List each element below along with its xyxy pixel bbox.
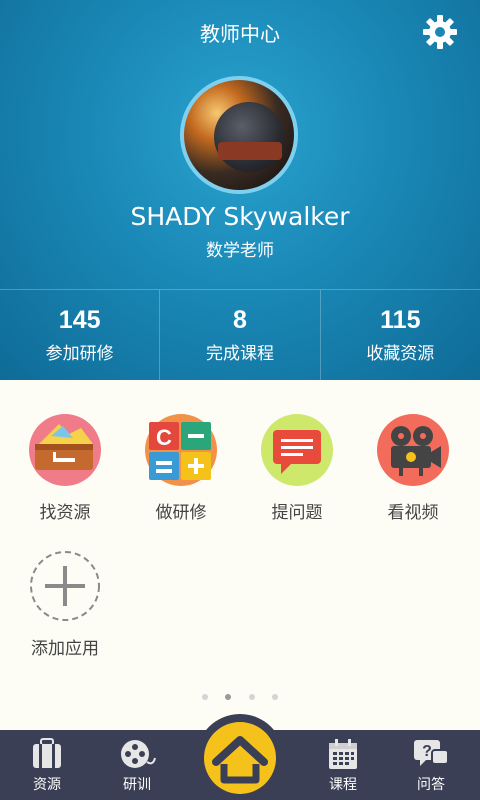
app-watch-video[interactable]: 看视频 <box>363 414 463 523</box>
home-icon <box>212 736 268 784</box>
page-dot[interactable] <box>271 694 278 700</box>
calculator-icon: C <box>145 414 217 486</box>
avatar[interactable] <box>180 76 298 194</box>
stat-label: 完成课程 <box>205 344 274 364</box>
stat-value: 115 <box>380 306 421 334</box>
app-do-training[interactable]: C 做研修 <box>131 414 231 523</box>
avatar-figure <box>214 102 284 172</box>
page-dot[interactable] <box>202 694 209 700</box>
nav-label: 研训 <box>123 777 151 793</box>
calendar-icon <box>329 739 357 769</box>
stat-label: 收藏资源 <box>366 344 435 364</box>
app-grid: 找资源 C 做研修 提问题 看视频 添加应用 <box>0 380 480 730</box>
app-label: 做研修 <box>155 503 207 523</box>
app-label: 看视频 <box>387 503 439 523</box>
stat-value: 8 <box>233 306 247 334</box>
user-name: SHADY Skywalker <box>130 202 350 231</box>
folder-icon <box>29 414 101 486</box>
chat-bubble-icon <box>261 414 333 486</box>
nav-label: 资源 <box>33 777 61 793</box>
stats-bar: 145 参加研修 8 完成课程 115 收藏资源 <box>0 289 480 380</box>
page-dot-active[interactable] <box>225 694 232 700</box>
stat-courses[interactable]: 8 完成课程 <box>160 290 321 380</box>
nav-label: 课程 <box>329 777 357 793</box>
app-label: 找资源 <box>39 503 91 523</box>
nav-item-resources[interactable]: 资源 <box>2 730 92 800</box>
user-role: 数学老师 <box>206 241 274 261</box>
question-bubble-icon: ? <box>414 740 449 766</box>
add-icon <box>29 550 101 622</box>
page-dot[interactable] <box>248 694 255 700</box>
app-label: 提问题 <box>271 503 323 523</box>
page-indicator <box>0 685 480 704</box>
svg-text:C: C <box>156 425 172 450</box>
app-find-resources[interactable]: 找资源 <box>15 414 115 523</box>
stat-label: 参加研修 <box>45 344 114 364</box>
nav-item-courses[interactable]: 课程 <box>298 730 388 800</box>
film-reel-icon <box>121 740 156 768</box>
app-add[interactable]: 添加应用 <box>15 550 115 659</box>
app-ask-question[interactable]: 提问题 <box>247 414 347 523</box>
nav-item-qa[interactable]: ? 问答 <box>386 730 476 800</box>
film-camera-icon <box>377 414 449 486</box>
briefcase-icon <box>33 738 61 768</box>
page-title: 教师中心 <box>200 22 280 46</box>
svg-text:?: ? <box>422 743 432 760</box>
gear-icon[interactable] <box>420 12 460 52</box>
stat-trainings[interactable]: 145 参加研修 <box>0 290 161 380</box>
nav-item-training[interactable]: 研训 <box>92 730 182 800</box>
nav-label: 问答 <box>417 777 445 793</box>
stat-favorites[interactable]: 115 收藏资源 <box>321 290 480 380</box>
profile-header: 教师中心 SHADY Skywalker 数学老师 145 参加研修 8 完成课… <box>0 0 480 380</box>
avatar-scarf <box>218 142 282 160</box>
app-label: 添加应用 <box>31 639 99 659</box>
stat-value: 145 <box>58 306 101 334</box>
home-button-frame <box>196 714 284 800</box>
home-button[interactable] <box>204 722 276 794</box>
